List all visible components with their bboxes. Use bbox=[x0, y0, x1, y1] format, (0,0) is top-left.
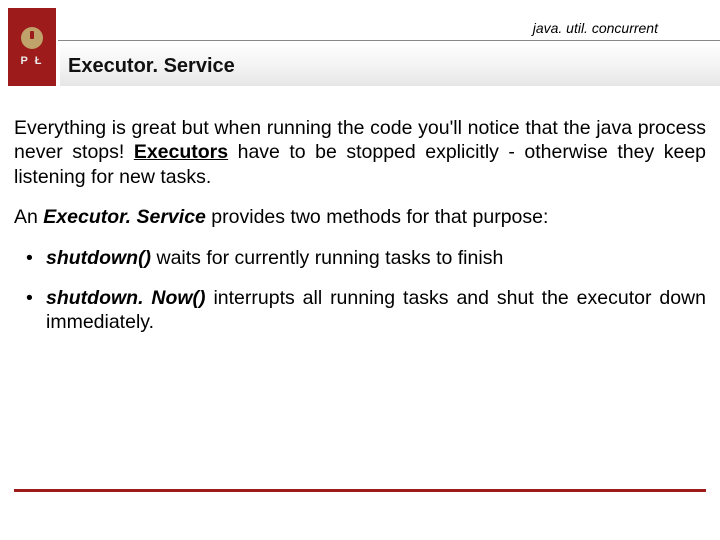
p2-text-a: An bbox=[14, 206, 43, 228]
title-bar: Executor. Service bbox=[60, 46, 720, 86]
package-label: java. util. concurrent bbox=[533, 20, 658, 36]
bullet-method: shutdown. Now() bbox=[46, 287, 206, 309]
footer-rule bbox=[14, 489, 706, 492]
p1-bold-executors: Executors bbox=[134, 141, 228, 163]
slide-title: Executor. Service bbox=[68, 55, 235, 78]
header-divider bbox=[58, 40, 720, 41]
logo-letters: P Ł bbox=[21, 55, 44, 67]
p2-text-c: provides two methods for that purpose: bbox=[206, 206, 549, 228]
slide-header: java. util. concurrent P Ł Executor. Ser… bbox=[0, 0, 720, 88]
list-item: shutdown. Now() interrupts all running t… bbox=[22, 286, 706, 335]
slide: java. util. concurrent P Ł Executor. Ser… bbox=[0, 0, 720, 540]
logo-emblem-icon bbox=[21, 27, 43, 49]
bullet-method: shutdown() bbox=[46, 247, 151, 269]
list-item: shutdown() waits for currently running t… bbox=[22, 246, 706, 270]
bullet-rest: waits for currently running tasks to fin… bbox=[151, 247, 503, 269]
slide-content: Everything is great but when running the… bbox=[14, 116, 706, 351]
paragraph-2: An Executor. Service provides two method… bbox=[14, 205, 706, 229]
paragraph-1: Everything is great but when running the… bbox=[14, 116, 706, 189]
bullet-list: shutdown() waits for currently running t… bbox=[22, 246, 706, 335]
university-logo: P Ł bbox=[8, 8, 56, 86]
p2-bold-executorservice: Executor. Service bbox=[43, 206, 206, 228]
